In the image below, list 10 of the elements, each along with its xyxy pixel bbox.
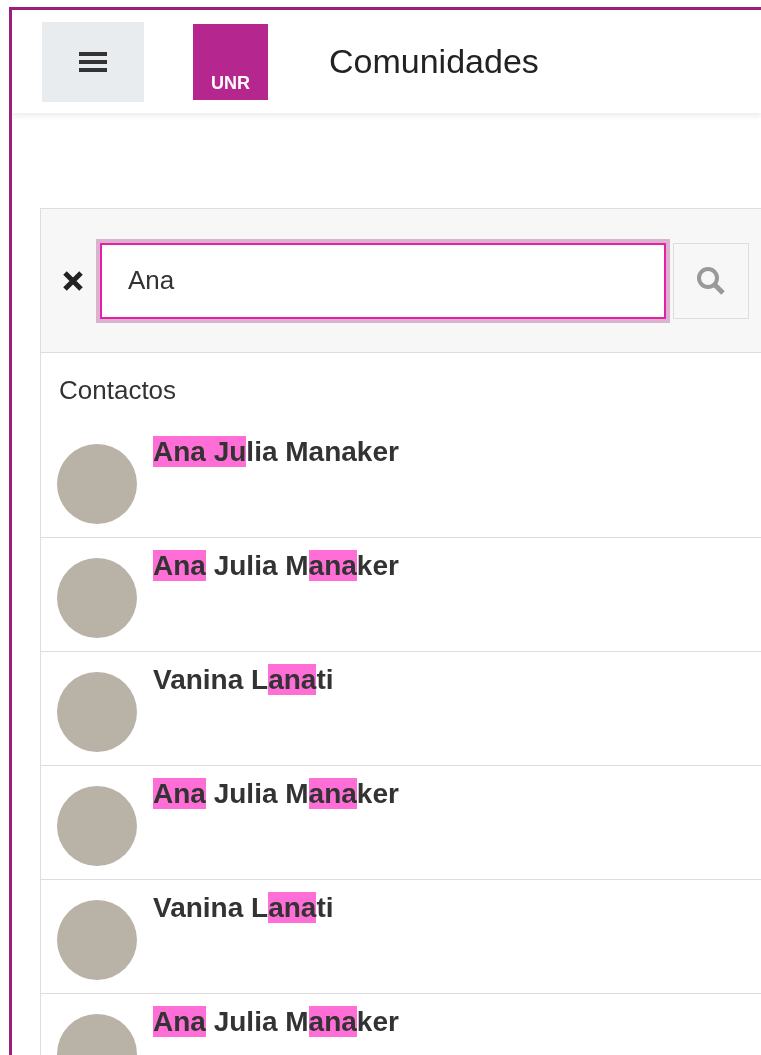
search-button[interactable] bbox=[673, 242, 749, 319]
logo: UNR bbox=[193, 23, 268, 100]
search-icon bbox=[696, 265, 726, 296]
search-field[interactable]: Ana bbox=[100, 242, 666, 319]
close-icon[interactable] bbox=[61, 268, 85, 293]
menu-icon bbox=[79, 50, 107, 73]
menu-button[interactable] bbox=[42, 21, 144, 102]
contact-name[interactable]: Ana Julia Manaker bbox=[153, 436, 399, 468]
page-title: Comunidades bbox=[329, 42, 539, 81]
section-title: Contactos bbox=[58, 374, 178, 407]
